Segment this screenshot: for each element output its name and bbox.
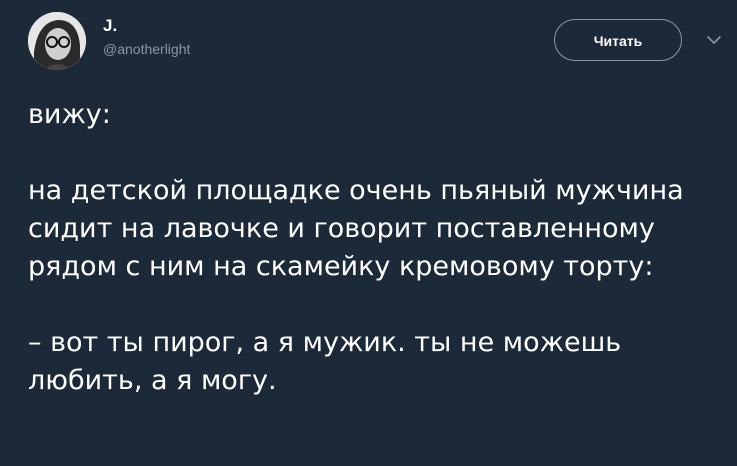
tweet-line-1: вижу: xyxy=(28,99,111,130)
tweet-card: J. @anotherlight Читать вижу: на детской… xyxy=(0,0,737,466)
tweet-paragraph-2: на детской площадке очень пьяный мужчина… xyxy=(28,175,684,282)
author-handle[interactable]: @anotherlight xyxy=(103,40,190,58)
avatar[interactable] xyxy=(28,12,86,70)
chevron-down-icon xyxy=(707,36,721,44)
follow-button[interactable]: Читать xyxy=(554,19,682,61)
profile-photo-icon xyxy=(28,12,86,70)
tweet-menu-button[interactable] xyxy=(704,32,724,48)
author-display-name[interactable]: J. xyxy=(103,15,117,37)
tweet-paragraph-3: – вот ты пирог, а я мужик. ты не можешь … xyxy=(28,327,622,396)
tweet-text: вижу: на детской площадке очень пьяный м… xyxy=(28,96,728,400)
